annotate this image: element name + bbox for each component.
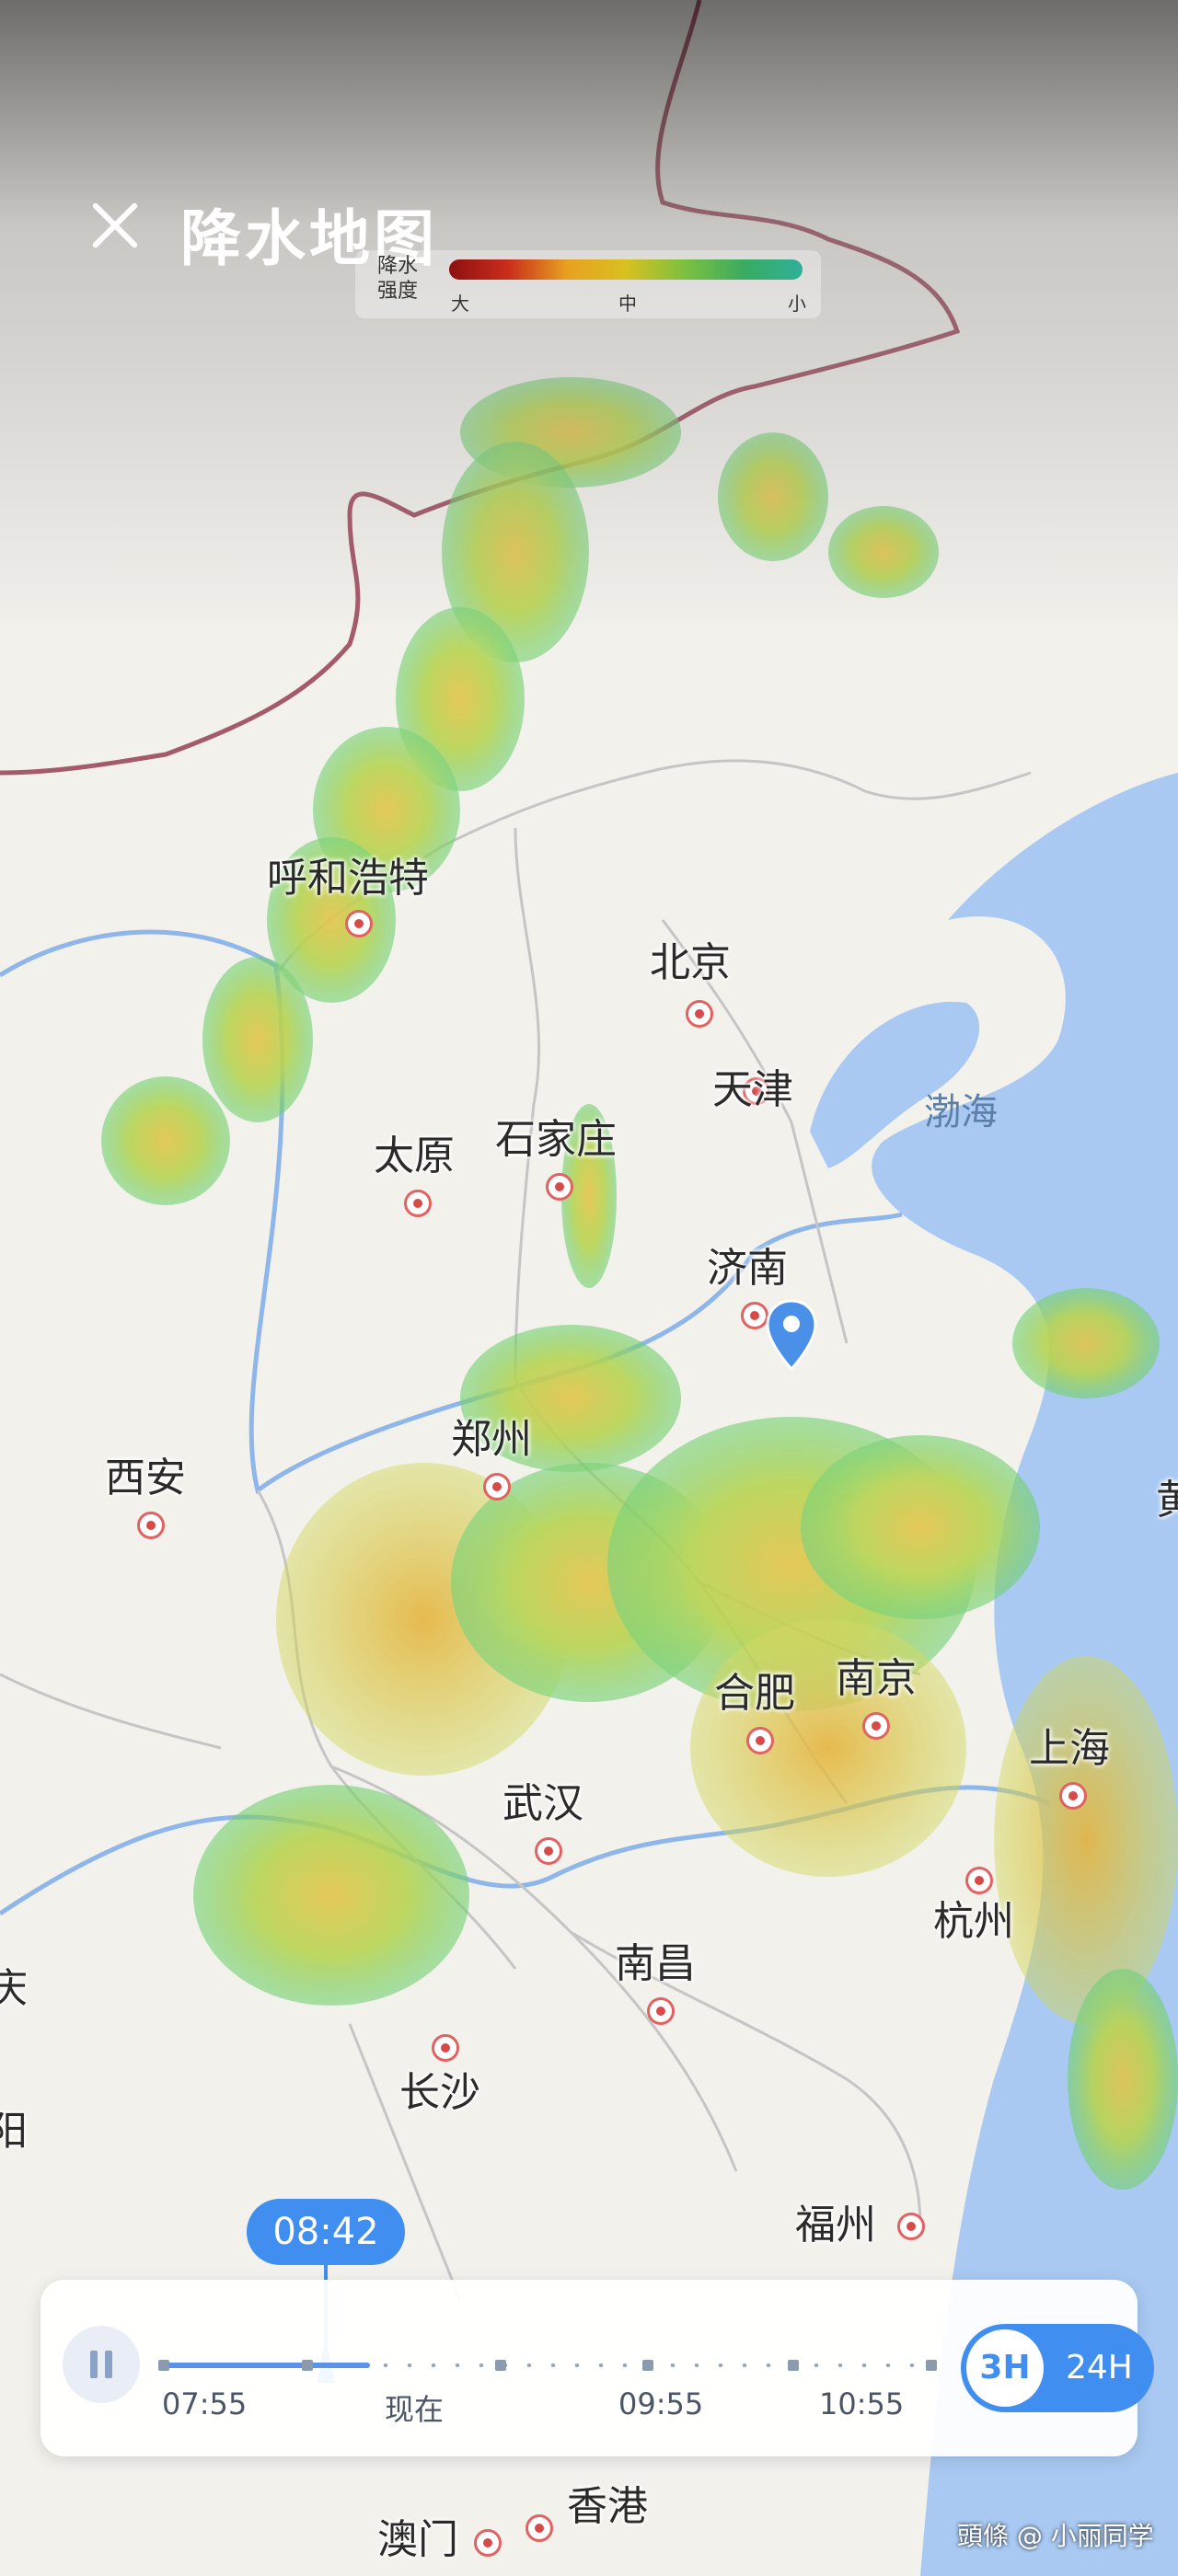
city-label: 香港 (567, 2483, 648, 2530)
city-label: 石家庄 (495, 1116, 617, 1163)
city-label: 南京 (836, 1655, 917, 1702)
city-label: 武汉 (502, 1780, 583, 1827)
city-label: 澳门 (377, 2516, 458, 2563)
legend-color-bar (449, 259, 803, 280)
city-marker[interactable] (345, 910, 373, 937)
range-24h-button[interactable]: 24H (1066, 2324, 1133, 2412)
current-time-bubble: 08:42 (247, 2199, 405, 2265)
precipitation-map[interactable] (0, 0, 1178, 2576)
city-label: 福州 (795, 2202, 876, 2248)
city-marker[interactable] (746, 1727, 774, 1754)
range-toggle: 3H 24H (961, 2324, 1154, 2412)
city-marker[interactable] (474, 2529, 502, 2557)
sea-label-bohai: 渤海 (924, 1091, 998, 1133)
timeline-progress (162, 2363, 370, 2368)
city-label: 合肥 (714, 1670, 795, 1717)
city-label: 北京 (650, 939, 731, 986)
city-marker[interactable] (535, 1837, 562, 1865)
edge-label: 庆 (0, 1965, 28, 2012)
city-label: 郑州 (451, 1416, 532, 1463)
city-label: 济南 (707, 1245, 788, 1292)
timeline-label: 09:55 (618, 2386, 704, 2421)
city-marker[interactable] (897, 2213, 925, 2240)
timeline-label: 07:55 (162, 2386, 248, 2421)
timeline-label: 10:55 (819, 2386, 905, 2421)
legend-mid-label: 中 (618, 293, 637, 315)
edge-label: 黄 (1156, 1477, 1178, 1524)
timeline-panel: 07:55 现在 09:55 10:55 3H 24H (40, 2280, 1154, 2456)
range-3h-button[interactable]: 3H (966, 2329, 1044, 2407)
city-label: 南昌 (615, 1940, 696, 1987)
city-marker[interactable] (546, 1173, 573, 1201)
city-marker[interactable] (1059, 1782, 1087, 1810)
timeline-label-now: 现在 (385, 2392, 445, 2427)
city-label: 上海 (1029, 1725, 1110, 1772)
close-icon[interactable] (81, 191, 149, 259)
timeline-tick (302, 2360, 313, 2371)
precipitation-legend: 降水 强度 大 中 小 (355, 250, 821, 318)
city-marker[interactable] (404, 1190, 432, 1217)
city-label: 西安 (105, 1455, 186, 1501)
legend-label: 降水 强度 (377, 255, 419, 303)
timeline-tick (495, 2360, 506, 2371)
city-marker[interactable] (686, 1000, 713, 1028)
city-label: 天津 (712, 1066, 793, 1113)
city-marker[interactable] (483, 1473, 511, 1501)
timeline-tick (926, 2360, 937, 2371)
pause-icon[interactable] (63, 2326, 140, 2403)
city-marker[interactable] (137, 1512, 165, 1539)
watermark: 頭條 @ 小丽同学 (957, 2521, 1154, 2551)
city-label: 杭州 (933, 1898, 1014, 1945)
city-label: 长沙 (399, 2069, 480, 2116)
timeline-tick (642, 2360, 653, 2371)
legend-low-label: 小 (788, 293, 806, 315)
city-label: 呼和浩特 (267, 855, 429, 902)
edge-label: 阳 (0, 2108, 28, 2155)
timeline-tick (788, 2360, 799, 2371)
timeline-tick (158, 2360, 169, 2371)
timeline-track[interactable] (158, 2360, 937, 2371)
city-marker[interactable] (432, 2034, 459, 2062)
legend-high-label: 大 (451, 293, 469, 315)
city-marker[interactable] (525, 2514, 553, 2542)
city-label: 太原 (374, 1133, 455, 1179)
city-marker[interactable] (647, 1997, 675, 2025)
location-pin-icon[interactable] (764, 1299, 819, 1373)
city-marker[interactable] (862, 1712, 890, 1740)
